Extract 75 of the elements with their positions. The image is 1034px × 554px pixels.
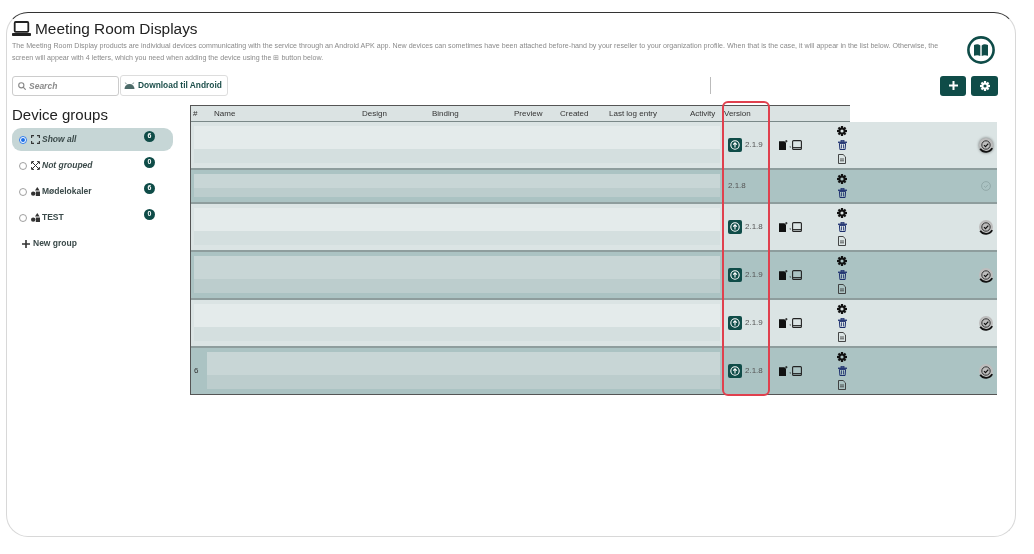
- version-text: 2.1.9: [745, 139, 763, 151]
- document-icon[interactable]: [838, 236, 846, 246]
- page-title: Meeting Room Displays: [35, 20, 198, 37]
- separator-text: ,: [789, 269, 792, 281]
- document-icon[interactable]: [838, 284, 846, 294]
- separator-text: ,: [789, 221, 792, 233]
- arrow-up-circle-icon: [730, 366, 740, 376]
- section-heading: Device groups: [12, 106, 109, 124]
- update-button[interactable]: [728, 220, 742, 234]
- version-text: 2.1.9: [745, 269, 763, 281]
- update-button[interactable]: [728, 268, 742, 282]
- settings-icon[interactable]: [837, 304, 847, 314]
- separator-text: ,: [789, 317, 792, 329]
- tablet-icon: [792, 318, 803, 328]
- settings-icon[interactable]: [837, 352, 847, 362]
- column-header: Design: [361, 107, 388, 120]
- arrow-up-circle-icon: [730, 140, 740, 150]
- column-header: #: [192, 107, 199, 120]
- radio-button[interactable]: [19, 135, 27, 144]
- arrow-up-circle-icon: [730, 318, 740, 328]
- radio-button[interactable]: [19, 161, 27, 170]
- download-button[interactable]: Download til Android: [120, 75, 228, 96]
- laptop-icon: [12, 21, 31, 36]
- tablet-icon: [792, 366, 803, 376]
- trash-icon[interactable]: [837, 270, 847, 280]
- trash-icon[interactable]: [837, 366, 847, 376]
- android-icon: [124, 82, 135, 89]
- tablet-icon: [792, 140, 803, 150]
- plus-icon: [948, 81, 958, 90]
- arrow-up-circle-icon: [730, 222, 740, 232]
- search-field[interactable]: Search: [12, 75, 119, 96]
- search-icon: [18, 81, 26, 90]
- version-text: 2.1.8: [745, 365, 763, 377]
- settings-icon[interactable]: [837, 208, 847, 218]
- version-text: 2.1.8: [745, 221, 763, 233]
- column-header: Binding: [431, 107, 460, 120]
- settings-button[interactable]: [971, 75, 998, 96]
- column-header: Last log entry: [608, 107, 659, 120]
- column-header: Created: [559, 107, 590, 120]
- settings-icon[interactable]: [837, 126, 847, 136]
- version-text: 2.1.9: [745, 317, 763, 329]
- trash-icon[interactable]: [837, 222, 847, 232]
- settings-icon[interactable]: [837, 174, 847, 184]
- document-icon[interactable]: [838, 154, 846, 164]
- tablet-icon: [792, 222, 803, 232]
- trash-icon[interactable]: [837, 318, 847, 328]
- update-button[interactable]: [728, 364, 742, 378]
- column-header: Version: [723, 107, 752, 120]
- new-group-button[interactable]: New group: [12, 232, 174, 255]
- crossed-arrows-icon: [31, 161, 40, 170]
- plus-icon: [22, 239, 30, 248]
- arrow-up-circle-icon: [730, 270, 740, 280]
- radio-button[interactable]: [19, 213, 27, 222]
- radio-button[interactable]: [19, 187, 27, 196]
- document-icon[interactable]: [838, 380, 846, 390]
- trash-icon[interactable]: [837, 140, 847, 150]
- settings-icon[interactable]: [837, 256, 847, 266]
- column-header: Activity: [689, 107, 717, 120]
- version-text: 2.1.8: [728, 180, 746, 192]
- trash-icon[interactable]: [837, 188, 847, 198]
- update-button[interactable]: [728, 138, 742, 152]
- expand-icon: [31, 135, 40, 144]
- separator-text: ,: [789, 365, 792, 377]
- add-button[interactable]: [940, 75, 966, 96]
- document-icon[interactable]: [838, 332, 846, 342]
- column-header: Preview: [513, 107, 544, 120]
- book-icon[interactable]: [967, 36, 995, 64]
- row-number: 6: [194, 364, 200, 377]
- separator-text: ,: [789, 139, 792, 151]
- shapes-icon: [31, 213, 40, 222]
- update-button[interactable]: [728, 316, 742, 330]
- tablet-icon: [792, 270, 803, 280]
- column-header: Name: [213, 107, 237, 120]
- shapes-icon: [31, 187, 40, 196]
- settings-icon: [979, 80, 990, 91]
